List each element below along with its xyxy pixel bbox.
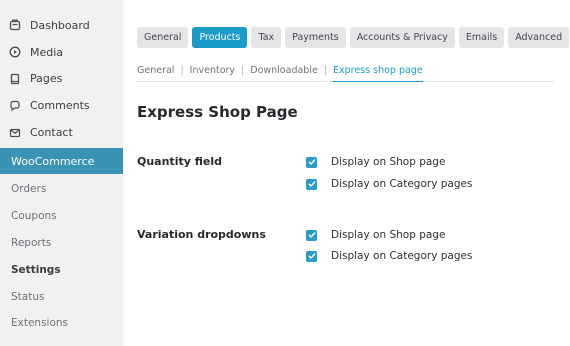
submenu-item-orders[interactable]: Orders [0, 176, 123, 203]
subnav-link-inventory[interactable]: Inventory [190, 63, 235, 76]
page-title: Express Shop Page [137, 103, 298, 121]
quantity-category-pages-label: Display on Category pages [331, 178, 473, 190]
sidebar-item-comments[interactable]: Comments [0, 92, 123, 119]
submenu-item-reports[interactable]: Reports [0, 230, 123, 257]
tab-accounts-privacy[interactable]: Accounts & Privacy [349, 27, 455, 48]
sidebar-active-section-label: WooCommerce [11, 154, 95, 168]
variation-shop-page-option[interactable]: Display on Shop page [306, 229, 445, 241]
media-icon [8, 45, 22, 59]
subnav-link-downloadable[interactable]: Downloadable [250, 63, 318, 76]
sidebar-item-woocommerce[interactable]: WooCommerce [0, 148, 123, 174]
woocommerce-submenu: Orders Coupons Reports Settings Status E… [0, 176, 123, 337]
subnav-separator: | [323, 65, 328, 76]
submenu-item-settings[interactable]: Settings [0, 256, 123, 283]
subnav-link-express-shop-page[interactable]: Express shop page [333, 63, 423, 82]
contact-icon [8, 126, 22, 140]
quantity-category-pages-checkbox[interactable] [306, 178, 317, 190]
sidebar-item-label: Comments [30, 99, 90, 113]
variation-dropdowns-label: Variation dropdowns [137, 228, 266, 241]
variation-category-pages-label: Display on Category pages [331, 250, 473, 262]
submenu-item-extensions[interactable]: Extensions [0, 310, 123, 337]
quantity-shop-page-option[interactable]: Display on Shop page [306, 156, 445, 168]
quantity-category-pages-option[interactable]: Display on Category pages [306, 178, 472, 190]
tab-advanced[interactable]: Advanced [508, 27, 570, 48]
sidebar-item-label: Pages [30, 72, 63, 86]
settings-tabs: General Products Tax Payments Accounts &… [137, 27, 570, 48]
tab-general[interactable]: General [137, 27, 189, 48]
tab-products[interactable]: Products [192, 27, 248, 48]
variation-category-pages-checkbox[interactable] [306, 250, 317, 262]
admin-sidebar: Dashboard Media Pages Comments Contact W… [0, 0, 123, 346]
subnav-separator: | [180, 65, 184, 76]
subnav-link-general[interactable]: General [137, 63, 174, 76]
quantity-field-label: Quantity field [137, 155, 222, 168]
subnav-separator: | [241, 65, 245, 76]
submenu-item-coupons[interactable]: Coupons [0, 203, 123, 230]
products-subnav: General | Inventory | Downloadable | Exp… [137, 63, 554, 82]
tab-tax[interactable]: Tax [251, 27, 282, 48]
sidebar-item-label: Media [30, 45, 64, 59]
variation-shop-page-label: Display on Shop page [331, 229, 446, 241]
sidebar-item-label: Contact [30, 126, 73, 140]
sidebar-item-pages[interactable]: Pages [0, 66, 123, 93]
quantity-shop-page-label: Display on Shop page [331, 156, 446, 168]
sidebar-item-label: Dashboard [30, 18, 90, 32]
sidebar-item-media[interactable]: Media [0, 39, 123, 66]
tab-payments[interactable]: Payments [285, 27, 346, 48]
submenu-item-status[interactable]: Status [0, 283, 123, 310]
quantity-shop-page-checkbox[interactable] [306, 156, 317, 168]
dashboard-icon [8, 18, 22, 32]
sidebar-item-dashboard[interactable]: Dashboard [0, 12, 123, 39]
variation-shop-page-checkbox[interactable] [306, 229, 317, 241]
sidebar-top-menu: Dashboard Media Pages Comments Contact [0, 0, 123, 146]
variation-category-pages-option[interactable]: Display on Category pages [306, 250, 472, 262]
comments-icon [8, 99, 22, 113]
pages-icon [8, 72, 22, 86]
tab-emails[interactable]: Emails [458, 27, 505, 48]
sidebar-item-contact[interactable]: Contact [0, 119, 123, 146]
